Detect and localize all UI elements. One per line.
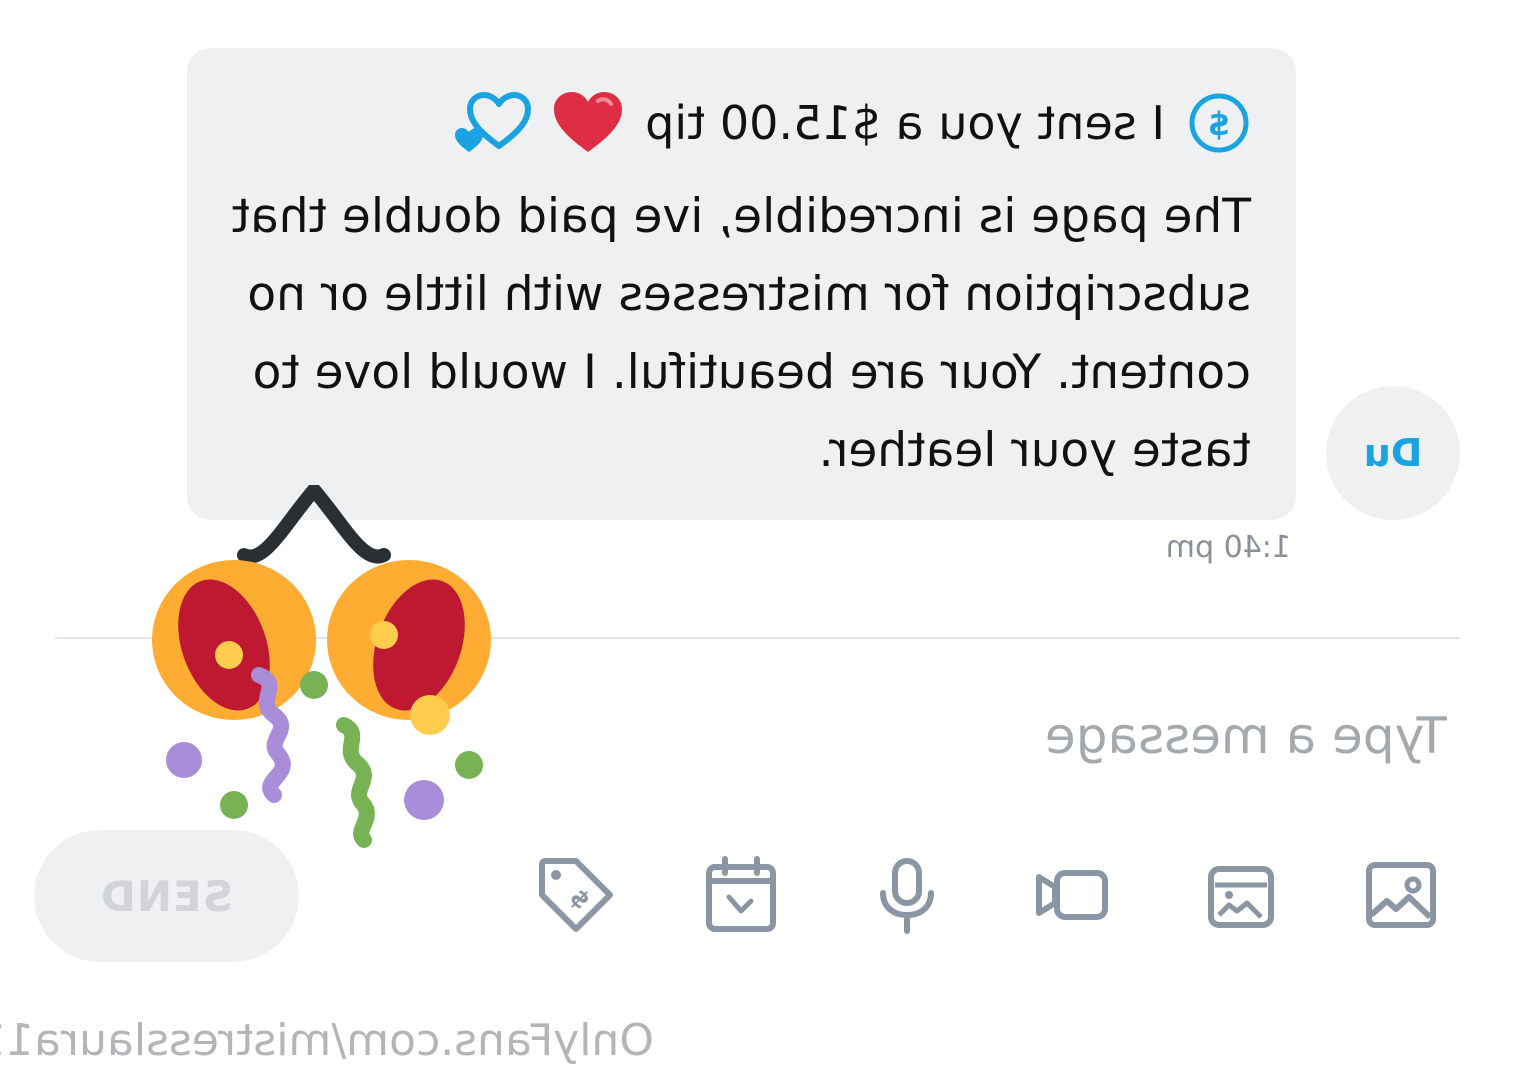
chat-screen: $ I sent you a $15.00 tip The page is in… bbox=[0, 0, 1519, 1080]
party-popper-icon bbox=[152, 485, 491, 848]
gallery-icon[interactable] bbox=[1201, 855, 1281, 935]
calendar-icon[interactable] bbox=[701, 855, 781, 935]
image-icon[interactable] bbox=[1361, 855, 1441, 935]
watermark: OnlyFans.com/mistresslaura11 bbox=[0, 1015, 654, 1066]
message-timestamp: 1:40 pm bbox=[1165, 530, 1291, 565]
svg-text:$: $ bbox=[1208, 105, 1230, 143]
message-input[interactable] bbox=[545, 690, 1449, 782]
price-tag-icon[interactable]: $ bbox=[536, 855, 616, 935]
avatar-initials: Du bbox=[1363, 431, 1423, 475]
avatar[interactable]: Du bbox=[1326, 386, 1460, 520]
message-bubble: $ I sent you a $15.00 tip The page is in… bbox=[187, 48, 1296, 520]
tip-text: I sent you a $15.00 tip bbox=[645, 96, 1165, 150]
video-icon[interactable] bbox=[1031, 855, 1111, 935]
microphone-icon[interactable] bbox=[867, 855, 947, 935]
red-heart-icon bbox=[554, 92, 623, 152]
dollar-circle-icon: $ bbox=[1189, 93, 1249, 153]
message-text: The page is incredible, ive paid double … bbox=[231, 189, 1251, 478]
tip-header: $ I sent you a $15.00 tip bbox=[449, 88, 1251, 158]
hearts-outline-icon bbox=[455, 92, 532, 152]
